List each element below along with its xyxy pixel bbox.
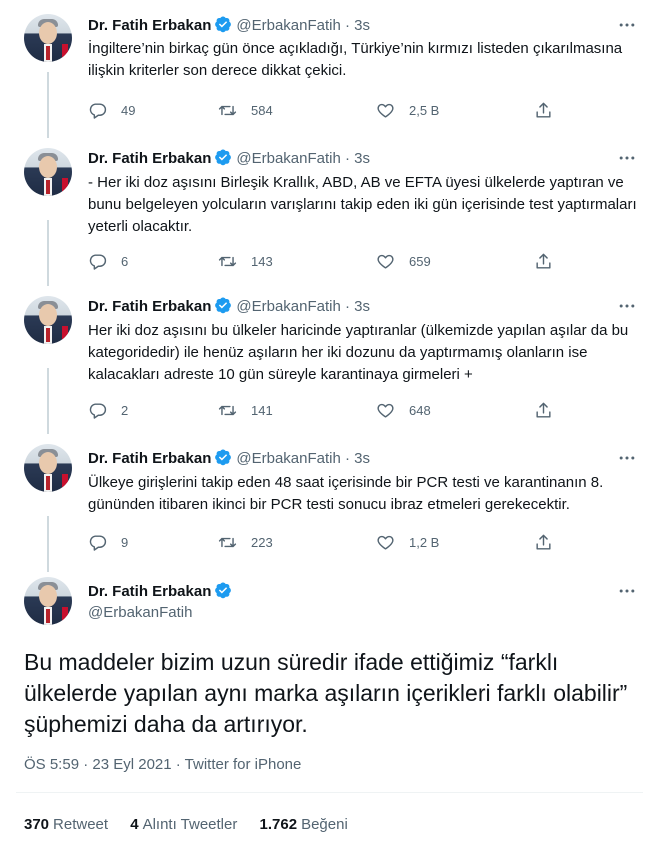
like-button[interactable]: 659 <box>376 251 431 271</box>
tweet-time[interactable]: 3s <box>354 150 370 167</box>
more-icon[interactable] <box>617 448 637 468</box>
quotes-count: 4 <box>130 816 139 833</box>
likes-stat[interactable]: 1.762 Beğeni <box>260 816 348 833</box>
retweets-stat[interactable]: 370 Retweet <box>24 816 108 833</box>
author-handle[interactable]: @ErbakanFatih <box>88 604 192 621</box>
avatar[interactable] <box>24 444 72 492</box>
retweet-icon <box>218 252 237 271</box>
author-handle[interactable]: @ErbakanFatih <box>236 150 340 167</box>
share-button[interactable] <box>534 532 553 552</box>
divider <box>16 792 643 793</box>
likes-label: Beğeni <box>301 816 348 833</box>
tweet-time[interactable]: 3s <box>354 17 370 34</box>
reply-icon <box>88 252 107 271</box>
retweet-count: 223 <box>251 534 273 550</box>
like-button[interactable]: 648 <box>376 400 431 420</box>
share-icon <box>534 101 553 120</box>
like-count: 1,2 B <box>409 534 440 550</box>
verified-badge-icon <box>214 581 232 599</box>
thread-tweet[interactable]: Dr. Fatih Erbakan @ErbakanFatih · 3s Ülke… <box>0 441 659 571</box>
author-handle[interactable]: @ErbakanFatih <box>236 17 340 34</box>
separator-dot: · <box>345 450 350 467</box>
like-icon <box>376 252 395 271</box>
retweets-count: 370 <box>24 816 50 833</box>
more-icon[interactable] <box>617 296 637 316</box>
retweet-icon <box>218 533 237 552</box>
reply-button[interactable]: 2 <box>88 400 128 420</box>
like-count: 659 <box>409 253 431 269</box>
author-name[interactable]: Dr. Fatih Erbakan <box>88 450 211 467</box>
thread-tweet[interactable]: Dr. Fatih Erbakan @ErbakanFatih · 3s - He… <box>0 145 659 293</box>
tweet-text: İngiltere’nin birkaç gün önce açıkladığı… <box>88 40 623 79</box>
retweet-button[interactable]: 143 <box>218 251 273 271</box>
author-handle[interactable]: @ErbakanFatih <box>236 450 340 467</box>
retweet-count: 584 <box>251 102 273 118</box>
main-tweet: Dr. Fatih Erbakan @ErbakanFatih Bu madde… <box>0 571 659 851</box>
author-name[interactable]: Dr. Fatih Erbakan <box>88 298 211 315</box>
tweet-time[interactable]: 3s <box>354 450 370 467</box>
retweet-button[interactable]: 584 <box>218 100 273 120</box>
retweet-icon <box>218 101 237 120</box>
separator-dot: · <box>345 150 350 167</box>
reply-button[interactable]: 9 <box>88 532 128 552</box>
like-count: 648 <box>409 402 431 418</box>
share-button[interactable] <box>534 100 553 120</box>
verified-badge-icon <box>214 15 232 33</box>
author-handle[interactable]: @ErbakanFatih <box>236 298 340 315</box>
likes-count: 1.762 <box>259 816 298 833</box>
more-icon[interactable] <box>617 148 637 168</box>
engagement-stats: 370 Retweet 4 Alıntı Tweetler 1.762 Beğeni <box>24 816 366 833</box>
share-icon <box>534 252 553 271</box>
thread-tweet[interactable]: Dr. Fatih Erbakan @ErbakanFatih · 3s Her … <box>0 293 659 441</box>
retweets-label: Retweet <box>53 816 109 833</box>
avatar[interactable] <box>24 296 72 344</box>
verified-badge-icon <box>214 448 232 466</box>
reply-count: 2 <box>121 402 129 418</box>
share-button[interactable] <box>534 400 553 420</box>
like-icon <box>376 533 395 552</box>
like-button[interactable]: 1,2 B <box>376 532 439 552</box>
reply-icon <box>88 101 107 120</box>
reply-count: 6 <box>121 253 129 269</box>
retweet-button[interactable]: 223 <box>218 532 273 552</box>
more-icon[interactable] <box>617 15 637 35</box>
quotes-label: Alıntı Tweetler <box>142 816 238 833</box>
like-count: 2,5 B <box>409 102 440 118</box>
separator-dot: · <box>345 298 350 315</box>
reply-button[interactable]: 49 <box>88 100 135 120</box>
share-icon <box>534 533 553 552</box>
author-name[interactable]: Dr. Fatih Erbakan <box>88 583 211 600</box>
share-icon <box>534 401 553 420</box>
tweet-text: Her iki doz aşısını bu ülkeler haricinde… <box>88 322 629 383</box>
more-icon[interactable] <box>617 581 637 601</box>
author-name[interactable]: Dr. Fatih Erbakan <box>88 17 211 34</box>
share-button[interactable] <box>534 251 553 271</box>
reply-count: 9 <box>121 534 129 550</box>
reply-button[interactable]: 6 <box>88 251 128 271</box>
like-icon <box>376 101 395 120</box>
reply-icon <box>88 401 107 420</box>
like-icon <box>376 401 395 420</box>
avatar[interactable] <box>24 577 72 625</box>
tweet-text: Ülkeye girişlerini takip eden 48 saat iç… <box>88 474 604 513</box>
like-button[interactable]: 2,5 B <box>376 100 439 120</box>
tweet-text: - Her iki doz aşısını Birleşik Krallık, … <box>88 174 637 235</box>
verified-badge-icon <box>214 148 232 166</box>
avatar[interactable] <box>24 148 72 196</box>
thread-tweet[interactable]: Dr. Fatih Erbakan @ErbakanFatih · 3s İngi… <box>0 0 659 145</box>
tweet-time[interactable]: 3s <box>354 298 370 315</box>
reply-count: 49 <box>121 102 136 118</box>
retweet-count: 141 <box>251 402 273 418</box>
separator-dot: · <box>345 17 350 34</box>
retweet-count: 143 <box>251 253 273 269</box>
main-tweet-text: Bu maddeler bizim uzun süredir ifade ett… <box>24 649 628 737</box>
tweet-timestamp[interactable]: ÖS 5:59 · 23 Eyl 2021 · Twitter for iPho… <box>24 756 301 773</box>
avatar[interactable] <box>24 14 72 62</box>
reply-icon <box>88 533 107 552</box>
verified-badge-icon <box>214 296 232 314</box>
author-name[interactable]: Dr. Fatih Erbakan <box>88 150 211 167</box>
retweet-button[interactable]: 141 <box>218 400 273 420</box>
quotes-stat[interactable]: 4 Alıntı Tweetler <box>130 816 237 833</box>
retweet-icon <box>218 401 237 420</box>
